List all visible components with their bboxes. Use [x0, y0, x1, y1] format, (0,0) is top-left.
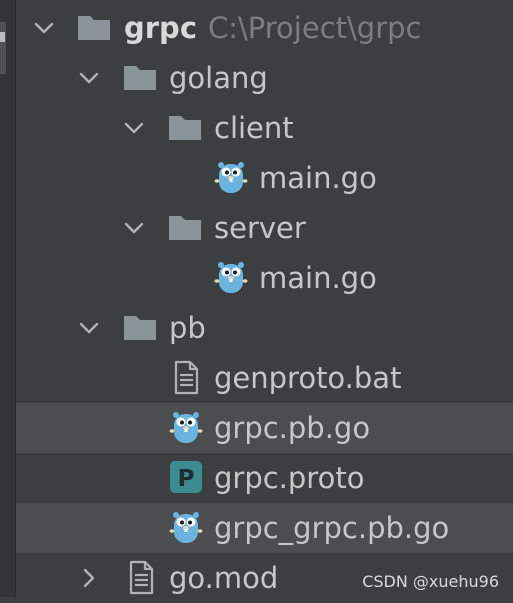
- file-label-grpc-grpc-pb-go: grpc_grpc.pb.go: [214, 510, 449, 546]
- chevron-down-icon[interactable]: [77, 66, 101, 90]
- file-label-grpc-proto: grpc.proto: [214, 460, 364, 496]
- file-label-client-main-go: main.go: [259, 160, 377, 196]
- tree-row-root-grpc[interactable]: grpc C:\Project\grpc: [16, 3, 513, 53]
- gutter-tab-marker: [0, 22, 6, 74]
- file-label-server-main-go: main.go: [259, 260, 377, 296]
- tree-row-golang[interactable]: golang: [16, 53, 513, 103]
- folder-label-server: server: [214, 210, 306, 246]
- tree-row-client[interactable]: client: [16, 103, 513, 153]
- folder-icon: [167, 109, 203, 145]
- folder-label-client: client: [214, 110, 294, 146]
- file-label-go-mod: go.mod: [169, 560, 278, 596]
- folder-label-pb: pb: [169, 310, 206, 346]
- chevron-right-icon[interactable]: [77, 566, 101, 590]
- root-folder-path: C:\Project\grpc: [208, 10, 421, 46]
- gutter-indicator: [0, 32, 5, 42]
- proto-badge-letter: P: [178, 466, 195, 492]
- folder-icon: [167, 209, 203, 245]
- project-tree: grpc C:\Project\grpc golang client: [16, 0, 513, 597]
- watermark-text: CSDN @xuehu96: [362, 572, 499, 591]
- text-file-icon: [123, 559, 159, 595]
- tree-row-grpc-proto[interactable]: P grpc.proto: [16, 453, 513, 503]
- left-gutter: [0, 0, 16, 597]
- tree-row-genproto-bat[interactable]: genproto.bat: [16, 353, 513, 403]
- folder-label-golang: golang: [169, 60, 268, 96]
- gopher-icon: [213, 259, 249, 295]
- folder-icon: [76, 9, 112, 45]
- tree-row-client-main-go[interactable]: main.go: [16, 153, 513, 203]
- tree-row-server[interactable]: server: [16, 203, 513, 253]
- gopher-icon: [213, 159, 249, 195]
- tree-row-grpc-grpc-pb-go[interactable]: grpc_grpc.pb.go: [16, 503, 513, 553]
- gopher-icon: [168, 509, 204, 545]
- chevron-down-icon[interactable]: [122, 216, 146, 240]
- root-folder-label: grpc: [124, 10, 197, 46]
- file-label-genproto-bat: genproto.bat: [214, 360, 401, 396]
- text-file-icon: [168, 359, 204, 395]
- tree-row-grpc-pb-go[interactable]: grpc.pb.go: [16, 403, 513, 453]
- chevron-down-icon[interactable]: [32, 16, 56, 40]
- folder-icon: [122, 309, 158, 345]
- tree-row-pb[interactable]: pb: [16, 303, 513, 353]
- chevron-down-icon[interactable]: [77, 316, 101, 340]
- file-label-grpc-pb-go: grpc.pb.go: [214, 410, 370, 446]
- proto-file-icon: P: [168, 459, 204, 495]
- gopher-icon: [168, 409, 204, 445]
- tree-row-server-main-go[interactable]: main.go: [16, 253, 513, 303]
- chevron-down-icon[interactable]: [122, 116, 146, 140]
- folder-icon: [122, 59, 158, 95]
